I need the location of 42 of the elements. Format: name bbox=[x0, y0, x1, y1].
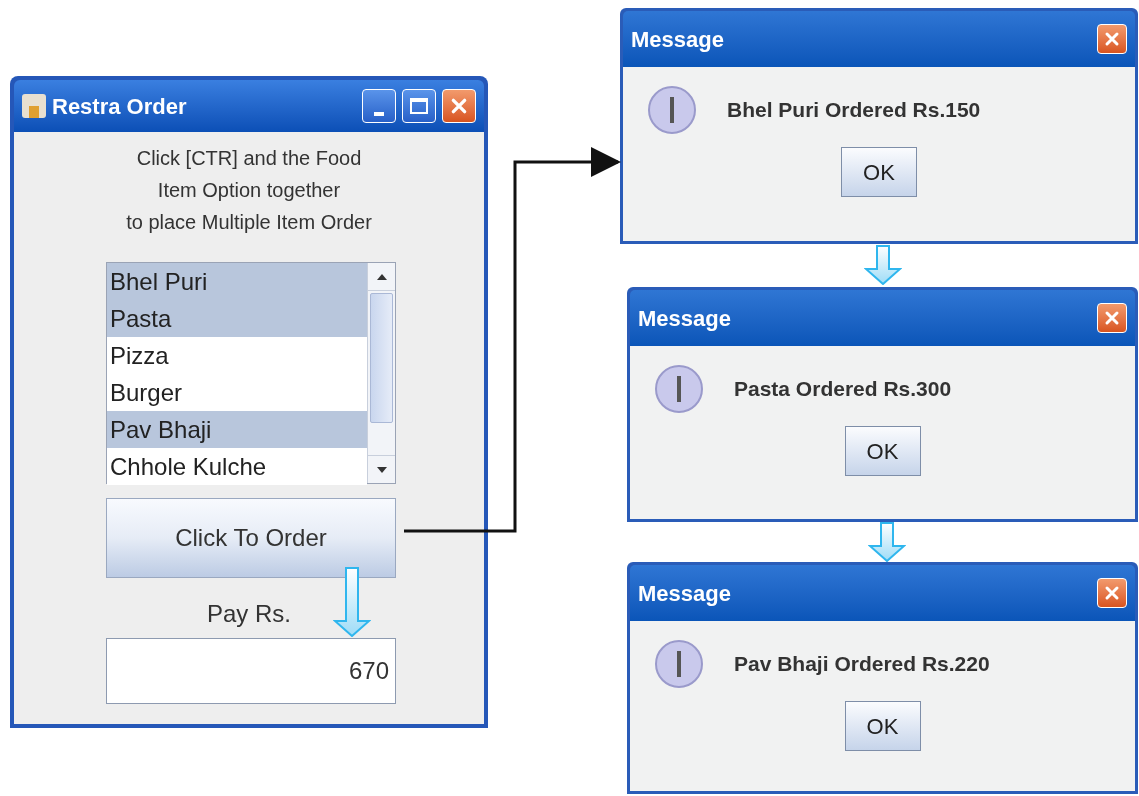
list-item[interactable]: Pasta bbox=[107, 300, 367, 337]
close-icon bbox=[1104, 31, 1120, 47]
scroll-thumb[interactable] bbox=[370, 293, 393, 423]
dialog-title: Message bbox=[631, 25, 725, 54]
close-button[interactable] bbox=[1097, 24, 1127, 54]
dialog-title: Message bbox=[638, 304, 732, 333]
maximize-icon bbox=[410, 98, 428, 114]
maximize-button[interactable] bbox=[402, 89, 436, 123]
close-icon bbox=[1104, 585, 1120, 601]
minimize-button[interactable] bbox=[362, 89, 396, 123]
dialog-message: Pav Bhaji Ordered Rs.220 bbox=[734, 651, 990, 678]
app-icon bbox=[22, 94, 46, 118]
window-title: Restra Order bbox=[52, 92, 188, 121]
info-icon bbox=[654, 639, 704, 689]
down-arrow bbox=[864, 245, 902, 285]
list-item[interactable]: Pav Bhaji bbox=[107, 411, 367, 448]
scrollbar[interactable] bbox=[367, 263, 395, 483]
dialog-message: Pasta Ordered Rs.300 bbox=[734, 376, 952, 403]
list-item[interactable]: Bhel Puri bbox=[107, 263, 367, 300]
close-icon bbox=[1104, 310, 1120, 326]
close-icon bbox=[450, 97, 468, 115]
down-arrow bbox=[868, 522, 906, 562]
down-caret-icon bbox=[376, 466, 387, 473]
instruction-text: Item Option together bbox=[157, 178, 341, 203]
info-icon bbox=[647, 85, 697, 135]
close-button[interactable] bbox=[1097, 303, 1127, 333]
pay-amount-field[interactable]: 670 bbox=[106, 638, 396, 704]
dialog-message: Bhel Puri Ordered Rs.150 bbox=[727, 97, 981, 124]
ok-button[interactable]: OK bbox=[844, 426, 921, 476]
pay-label: Pay Rs. bbox=[207, 599, 291, 629]
ok-button[interactable]: OK bbox=[844, 701, 921, 751]
instruction-text: to place Multiple Item Order bbox=[126, 210, 372, 235]
ok-button[interactable]: OK bbox=[841, 147, 917, 197]
instruction-text: Click [CTR] and the Food bbox=[136, 146, 362, 171]
close-button[interactable] bbox=[1097, 578, 1127, 608]
info-icon bbox=[654, 364, 704, 414]
close-button[interactable] bbox=[442, 89, 476, 123]
order-button[interactable]: Click To Order bbox=[106, 498, 396, 578]
dialog-title: Message bbox=[638, 579, 732, 608]
down-arrow bbox=[333, 567, 371, 637]
minimize-icon bbox=[374, 112, 384, 116]
up-caret-icon bbox=[376, 273, 387, 280]
